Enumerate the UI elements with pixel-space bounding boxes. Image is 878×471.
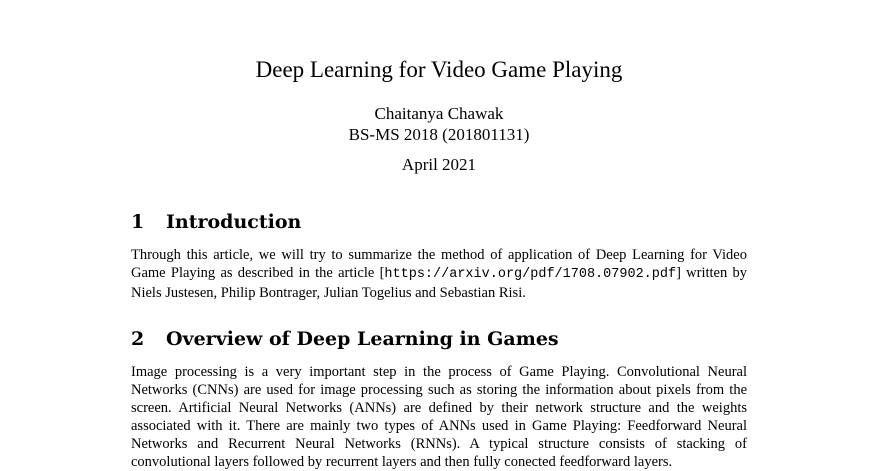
author-program: BS-MS 2018 (201801131) [348, 125, 530, 144]
author-name: Chaitanya Chawak [374, 104, 504, 123]
section-title: Overview of Deep Learning in Games [166, 328, 559, 350]
section-paragraph: Image processing is a very important ste… [131, 364, 747, 470]
section-title: Introduction [166, 211, 302, 233]
section-overview: 2 Overview of Deep Learning in Games Imag… [131, 327, 747, 471]
paper-page: Deep Learning for Video Game Playing Cha… [0, 0, 878, 470]
section-heading: 1 Introduction [131, 210, 747, 234]
paper-title: Deep Learning for Video Game Playing [255, 57, 623, 82]
section-paragraph: Through this article, we will try to sum… [131, 246, 747, 302]
section-number: 2 [131, 328, 145, 350]
section-introduction: 1 Introduction Through this article, we w… [131, 210, 747, 302]
paper-date: April 2021 [401, 155, 477, 174]
article-link[interactable]: https://arxiv.org/pdf/1708.07902.pdf [384, 267, 676, 282]
section-number: 1 [131, 211, 145, 233]
section-heading: 2 Overview of Deep Learning in Games [131, 327, 747, 351]
